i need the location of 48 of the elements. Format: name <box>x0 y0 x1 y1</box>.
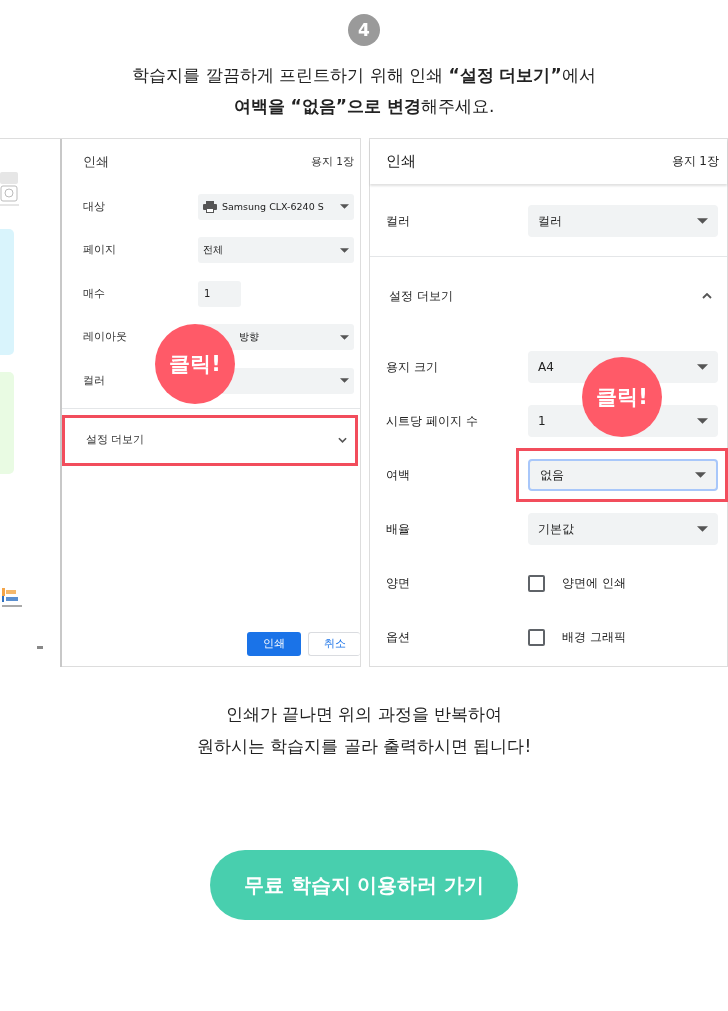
setting-label: 레이아웃 <box>83 330 128 345</box>
caret-icon <box>340 247 349 253</box>
select-field[interactable]: Samsung CLX-6240 S <box>198 193 354 220</box>
closing-text: 원하시는 학습지를 골라 출력하시면 됩니다! <box>196 735 532 758</box>
copies-field[interactable]: 1 <box>198 280 241 307</box>
caret-icon <box>697 418 708 424</box>
instruction-text: 여백을 “없음”으로 변경해주세요. <box>232 95 496 118</box>
setting-label: 페이지 <box>83 243 117 258</box>
select-field[interactable]: 컬러 <box>528 205 718 237</box>
select-field[interactable]: 전체 <box>198 237 354 264</box>
printer-icon <box>203 200 217 213</box>
more-settings-row[interactable]: 설정 더보기 <box>370 257 727 335</box>
chevron-icon <box>338 437 347 443</box>
more-settings-row[interactable]: 설정 더보기 <box>62 414 358 466</box>
setting-label: 용지 크기 <box>386 358 439 376</box>
caret-icon <box>340 334 349 340</box>
caret-icon <box>340 378 349 384</box>
select-field[interactable]: 없음 <box>528 459 718 491</box>
sheet-count: 용지 1장 <box>310 155 354 169</box>
checkbox-label: 배경 그래픽 <box>562 628 626 646</box>
setting-label: 옵션 <box>386 628 411 646</box>
caret-icon <box>697 526 708 532</box>
instruction-text: 학습지를 깔끔하게 프린트하기 위해 인쇄 “설정 더보기”에서 <box>132 64 596 87</box>
setting-label: 컬러 <box>386 212 411 230</box>
setting-label: 배율 <box>386 520 411 538</box>
checkbox[interactable] <box>528 574 545 592</box>
print-button[interactable]: 인쇄 <box>247 632 301 656</box>
chevron-icon <box>702 293 712 299</box>
caret-icon <box>340 204 349 210</box>
setting-label: 매수 <box>83 286 106 301</box>
checkbox[interactable] <box>528 628 545 646</box>
setting-label: 컬러 <box>83 373 106 388</box>
closing-text: 인쇄가 끝나면 위의 과정을 반복하여 <box>224 703 504 726</box>
setting-label: 대상 <box>83 199 106 214</box>
caret-icon <box>697 218 708 224</box>
dialog-title: 인쇄 <box>83 153 109 171</box>
select-field[interactable]: 기본값 <box>528 513 718 545</box>
setting-label: 시트당 페이지 수 <box>386 412 479 430</box>
setting-label: 여백 <box>386 466 411 484</box>
click-callout-tooltip: 클릭! <box>155 324 235 404</box>
checkbox-label: 양면에 인쇄 <box>562 574 626 592</box>
cancel-button[interactable]: 취소 <box>308 632 360 656</box>
caret-icon <box>697 364 708 370</box>
dialog-title: 인쇄 <box>386 152 416 171</box>
caret-icon <box>695 472 706 478</box>
sheet-count: 용지 1장 <box>671 153 719 170</box>
setting-label: 양면 <box>386 574 411 592</box>
step-number-badge: 4 <box>348 14 380 46</box>
